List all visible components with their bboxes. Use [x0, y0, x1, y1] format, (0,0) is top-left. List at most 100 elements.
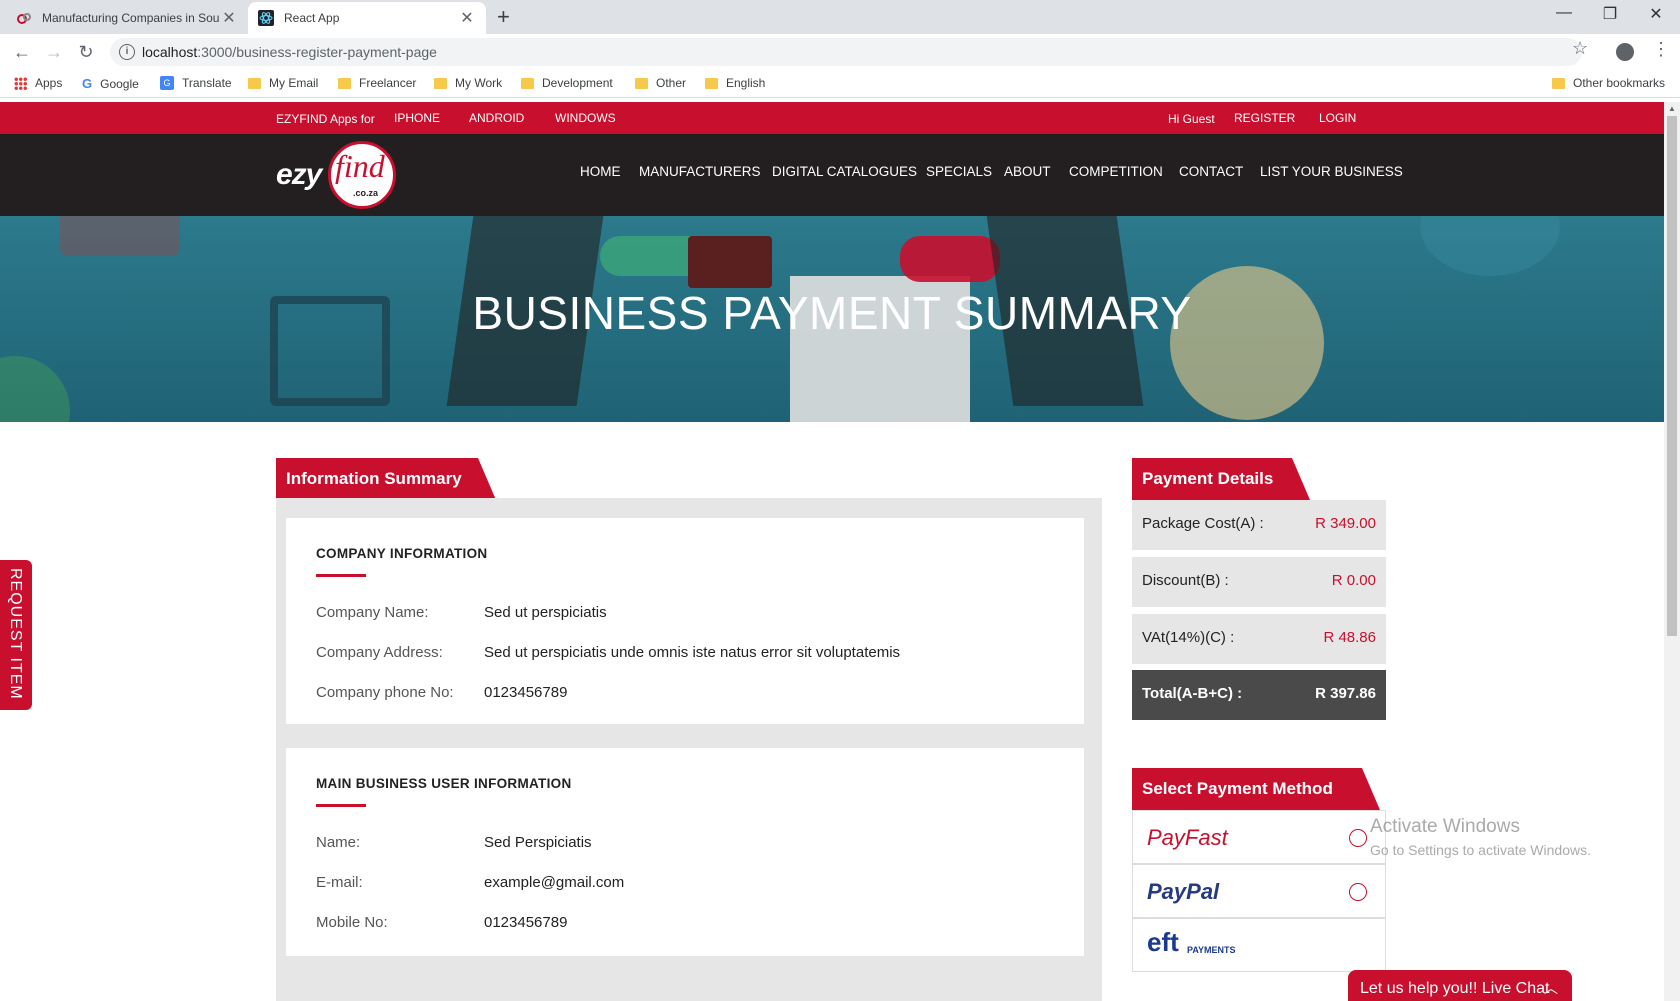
- bookmark-english[interactable]: English: [705, 76, 765, 90]
- payment-option-payfast[interactable]: PayFast: [1132, 810, 1386, 864]
- nav-specials[interactable]: SPECIALS: [926, 164, 992, 179]
- scroll-up-icon[interactable]: ▲: [1668, 104, 1676, 113]
- paypal-radio[interactable]: [1349, 883, 1367, 901]
- payment-option-paypal[interactable]: PayPal: [1132, 864, 1386, 918]
- activate-windows-watermark: Activate Windows Go to Settings to activ…: [1370, 816, 1591, 858]
- url-text[interactable]: localhost:3000/business-register-payment…: [142, 44, 437, 60]
- gift-decoration: [60, 216, 180, 256]
- user-mobile-value: 0123456789: [484, 914, 568, 931]
- profile-avatar-icon[interactable]: [1616, 43, 1634, 61]
- nav-digital-catalogues[interactable]: DIGITAL CATALOGUES: [772, 164, 917, 179]
- forward-icon[interactable]: →: [42, 40, 66, 64]
- menu-kebab-icon[interactable]: ⋮: [1652, 39, 1670, 60]
- card-title: MAIN BUSINESS USER INFORMATION: [316, 776, 572, 791]
- nav-list-your-business[interactable]: LIST YOUR BUSINESS: [1260, 164, 1403, 179]
- main-user-information-card: MAIN BUSINESS USER INFORMATION Name: Sed…: [286, 748, 1084, 956]
- bookmark-apps[interactable]: Apps: [14, 76, 62, 90]
- request-item-tab[interactable]: REQUEST ITEM: [0, 560, 32, 710]
- bookmark-other[interactable]: Other: [635, 76, 686, 90]
- payfast-logo: PayFast: [1147, 825, 1228, 850]
- eft-payments-label: PAYMENTS: [1187, 945, 1236, 955]
- close-icon[interactable]: ✕: [220, 8, 238, 28]
- link-android[interactable]: ANDROID: [469, 111, 524, 125]
- bookmark-translate[interactable]: G Translate: [160, 76, 232, 90]
- folder-icon: [248, 77, 261, 89]
- tab-manufacturing[interactable]: Manufacturing Companies in Sou ✕: [6, 2, 248, 34]
- information-summary-heading: Information Summary: [276, 458, 496, 500]
- payment-option-eft[interactable]: eft PAYMENTS: [1132, 918, 1386, 972]
- translate-icon: G: [160, 76, 174, 90]
- bookmark-freelancer[interactable]: Freelancer: [338, 76, 416, 90]
- bookmark-star-icon[interactable]: ☆: [1572, 38, 1588, 59]
- folder-icon: [635, 77, 648, 89]
- package-cost-row: Package Cost(A) : R 349.00: [1132, 500, 1386, 550]
- company-name-value: Sed ut perspiciatis: [484, 604, 607, 621]
- vat-value: R 48.86: [1323, 629, 1376, 646]
- vat-label: VAt(14%)(C) :: [1142, 629, 1235, 646]
- info-icon[interactable]: i: [119, 44, 135, 60]
- package-cost-label: Package Cost(A) :: [1142, 515, 1264, 532]
- vat-row: VAt(14%)(C) : R 48.86: [1132, 614, 1386, 664]
- folder-icon: [521, 77, 534, 89]
- react-icon: [258, 10, 274, 26]
- bookmark-development[interactable]: Development: [521, 76, 613, 90]
- link-iphone[interactable]: IPHONE: [394, 111, 440, 125]
- logo-circle: find .co.za: [328, 141, 396, 209]
- circle-decoration: [0, 356, 70, 422]
- company-address-label: Company Address:: [316, 644, 443, 661]
- tab-title: Manufacturing Companies in Sou: [42, 11, 220, 25]
- scroll-thumb[interactable]: [1667, 116, 1677, 636]
- tab-react-app[interactable]: React App ✕: [248, 2, 486, 34]
- live-chat-widget[interactable]: Let us help you!! Live Chat ︿: [1348, 970, 1572, 1001]
- activate-windows-subtitle: Go to Settings to activate Windows.: [1370, 842, 1591, 858]
- minimize-icon[interactable]: —: [1544, 4, 1584, 22]
- nav-about[interactable]: ABOUT: [1004, 164, 1051, 179]
- address-bar[interactable]: i localhost:3000/business-register-payme…: [110, 38, 1582, 66]
- google-icon: G: [82, 76, 93, 91]
- information-summary-panel: COMPANY INFORMATION Company Name: Sed ut…: [276, 498, 1102, 1001]
- top-bar: EZYFIND Apps for IPHONE ANDROID WINDOWS …: [0, 102, 1664, 134]
- chevron-up-icon[interactable]: ︿: [1544, 978, 1558, 998]
- nav-manufacturers[interactable]: MANUFACTURERS: [639, 164, 761, 179]
- user-email-label: E-mail:: [316, 874, 363, 891]
- user-name-label: Name:: [316, 834, 361, 851]
- nav-competition[interactable]: COMPETITION: [1069, 164, 1163, 179]
- main-nav: ezy find .co.za HOME MANUFACTURERS DIGIT…: [0, 134, 1664, 216]
- reload-icon[interactable]: ↻: [74, 40, 98, 64]
- nav-contact[interactable]: CONTACT: [1179, 164, 1243, 179]
- bookmark-google[interactable]: G Google: [82, 76, 139, 91]
- total-value: R 397.86: [1315, 685, 1376, 702]
- window-close-icon[interactable]: ✕: [1636, 4, 1676, 24]
- new-tab-icon[interactable]: +: [497, 4, 510, 30]
- company-name-label: Company Name:: [316, 604, 429, 621]
- page-scrollbar[interactable]: ▲: [1664, 102, 1680, 1001]
- nav-home[interactable]: HOME: [580, 164, 621, 179]
- discount-value: R 0.00: [1331, 572, 1376, 589]
- payment-details-heading: Payment Details: [1132, 458, 1310, 500]
- card-title: COMPANY INFORMATION: [316, 546, 488, 561]
- link-login[interactable]: LOGIN: [1319, 111, 1356, 125]
- paypal-logo: PayPal: [1147, 879, 1220, 904]
- folder-icon: [1552, 77, 1565, 89]
- link-register[interactable]: REGISTER: [1234, 111, 1295, 125]
- user-mobile-label: Mobile No:: [316, 914, 388, 931]
- company-information-card: COMPANY INFORMATION Company Name: Sed ut…: [286, 518, 1084, 724]
- bookmark-other-bookmarks[interactable]: Other bookmarks: [1552, 76, 1665, 90]
- hand-right-decoration: [900, 236, 1000, 282]
- ezyfind-logo[interactable]: ezy find .co.za: [276, 138, 402, 210]
- greeting: Hi Guest: [1168, 112, 1215, 126]
- browser-toolbar: ← → ↻ i localhost:3000/business-register…: [0, 34, 1680, 70]
- tab-title: React App: [284, 11, 340, 25]
- link-windows[interactable]: WINDOWS: [555, 111, 616, 125]
- discount-row: Discount(B) : R 0.00: [1132, 557, 1386, 607]
- bookmark-my-work[interactable]: My Work: [434, 76, 502, 90]
- close-icon[interactable]: ✕: [458, 8, 476, 28]
- back-icon[interactable]: ←: [10, 40, 34, 64]
- title-underline: [316, 574, 366, 577]
- payfast-radio[interactable]: [1349, 829, 1367, 847]
- bookmark-my-email[interactable]: My Email: [248, 76, 318, 90]
- folder-icon: [434, 77, 447, 89]
- folder-icon: [705, 77, 718, 89]
- restore-icon[interactable]: ❐: [1590, 4, 1630, 24]
- credit-card-decoration: [688, 236, 772, 288]
